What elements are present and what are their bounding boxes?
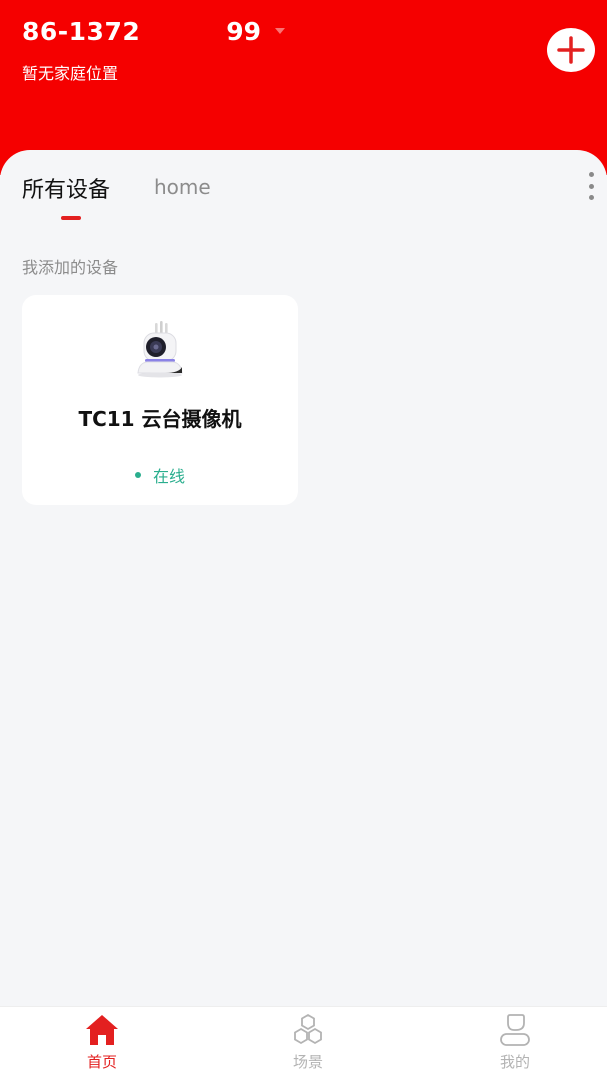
add-device-button[interactable] — [547, 28, 595, 72]
device-list-panel: 所有设备 home 我添加的设备 TC11 云台摄像机 在线 — [0, 150, 607, 1008]
tab-all-devices[interactable]: 所有设备 — [22, 172, 110, 204]
more-dot — [588, 172, 594, 177]
account-number-prefix: 86-1372 — [22, 16, 141, 46]
tab-home[interactable]: home — [154, 175, 211, 199]
status-text: 在线 — [152, 467, 185, 486]
plus-icon — [557, 36, 585, 64]
profile-icon — [500, 1014, 530, 1046]
tab-bar-scene[interactable]: 场景 — [248, 1007, 368, 1080]
device-status: 在线 — [22, 463, 298, 487]
tab-label-home: 首页 — [86, 1053, 117, 1071]
active-tab-indicator — [61, 216, 81, 220]
tab-bar-home[interactable]: 首页 — [42, 1007, 162, 1080]
more-options-icon[interactable] — [585, 172, 597, 200]
scene-icon — [294, 1013, 322, 1045]
online-dot-icon — [134, 472, 141, 478]
camera-device-image — [137, 321, 183, 378]
device-name: TC11 云台摄像机 — [78, 407, 242, 431]
tab-label-profile: 我的 — [499, 1053, 530, 1071]
device-card[interactable]: TC11 云台摄像机 在线 — [22, 295, 298, 505]
account-number-mask — [140, 16, 227, 46]
account-number-suffix: 99 — [226, 16, 262, 46]
account-switcher[interactable]: 86-1372 99 — [22, 14, 286, 48]
home-location[interactable]: 暂无家庭位置 — [22, 60, 118, 84]
section-title: 我添加的设备 — [22, 258, 119, 277]
tab-bar-profile[interactable]: 我的 — [455, 1007, 575, 1080]
home-icon — [86, 1015, 118, 1045]
tab-label-scene: 场景 — [292, 1053, 323, 1071]
header: 86-1372 99 暂无家庭位置 — [0, 0, 607, 175]
chevron-down-icon[interactable] — [275, 28, 286, 34]
more-dot — [588, 183, 594, 189]
more-dot — [588, 195, 594, 200]
bottom-tab-bar: 首页 场景 我的 — [0, 1006, 607, 1080]
